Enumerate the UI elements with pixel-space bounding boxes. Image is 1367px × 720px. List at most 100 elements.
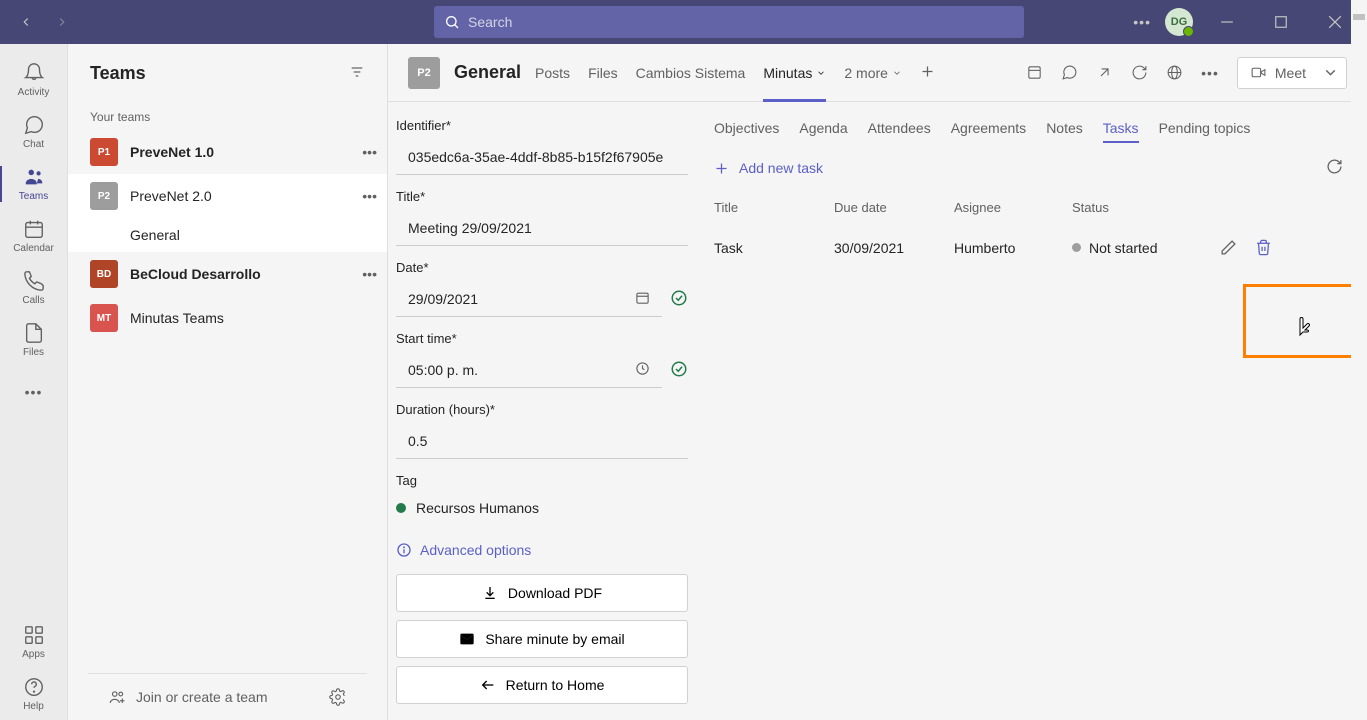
duration-field[interactable]: 0.5	[396, 423, 688, 459]
task-column: Objectives Agenda Attendees Agreements N…	[698, 102, 1367, 720]
more-icon[interactable]: •••	[1201, 65, 1219, 81]
tab-cambios[interactable]: Cambios Sistema	[636, 44, 746, 102]
identifier-field[interactable]: 035edc6a-35ae-4ddf-8b85-b15f2f67905e	[396, 139, 688, 175]
team-more-icon[interactable]: •••	[362, 144, 377, 160]
rail-label: Teams	[19, 191, 48, 202]
title-label: Title*	[396, 189, 688, 204]
team-more-icon[interactable]: •••	[362, 188, 377, 204]
tab-minutas[interactable]: Minutas	[763, 44, 826, 102]
team-more-icon[interactable]: •••	[362, 266, 377, 282]
rail-label: Apps	[22, 649, 45, 660]
teams-sidebar: Teams Your teams P1PreveNet 1.0••• P2Pre…	[68, 44, 388, 720]
window-close[interactable]	[1315, 0, 1355, 44]
valid-icon	[670, 289, 688, 310]
table-row[interactable]: Task 30/09/2021 Humberto Not started	[714, 223, 1343, 272]
search-field[interactable]	[468, 14, 1014, 30]
chat-icon[interactable]	[1061, 64, 1078, 81]
title-field[interactable]: Meeting 29/09/2021	[396, 210, 688, 246]
subtab-tasks[interactable]: Tasks	[1103, 114, 1139, 142]
add-task-button[interactable]: Add new task	[714, 160, 823, 176]
date-field[interactable]: 29/09/2021	[396, 281, 662, 317]
tag-value: Recursos Humanos	[396, 494, 688, 522]
globe-icon[interactable]	[1166, 64, 1183, 81]
tab-app-icon[interactable]	[1026, 64, 1043, 81]
cursor-icon	[1294, 317, 1314, 341]
edit-icon[interactable]	[1220, 239, 1237, 256]
duration-label: Duration (hours)*	[396, 402, 688, 417]
channel-name: General	[454, 62, 521, 83]
nav-back[interactable]	[12, 8, 40, 36]
window-minimize[interactable]	[1207, 0, 1247, 44]
subtab-attendees[interactable]: Attendees	[868, 114, 931, 142]
cell-due: 30/09/2021	[834, 240, 954, 256]
team-name: Minutas Teams	[130, 310, 377, 326]
rail-apps[interactable]: Apps	[0, 616, 68, 668]
rail-more[interactable]: •••	[0, 366, 68, 418]
meet-dropdown[interactable]	[1315, 57, 1347, 89]
calendar-icon[interactable]	[635, 290, 650, 308]
share-email-button[interactable]: Share minute by email	[396, 620, 688, 658]
download-pdf-button[interactable]: Download PDF	[396, 574, 688, 612]
subtab-agreements[interactable]: Agreements	[951, 114, 1026, 142]
table-header: Title Due date Asignee Status	[714, 192, 1343, 223]
start-field[interactable]: 05:00 p. m.	[396, 352, 662, 388]
tab-more[interactable]: 2 more	[844, 44, 902, 102]
sidebar-title: Teams	[90, 63, 146, 84]
col-due: Due date	[834, 200, 954, 215]
rail-teams[interactable]: Teams	[0, 158, 68, 210]
rail-label: Calls	[22, 295, 44, 306]
rail-calls[interactable]: Calls	[0, 262, 68, 314]
window-maximize[interactable]	[1261, 0, 1301, 44]
tab-files[interactable]: Files	[588, 44, 618, 102]
subtab-agenda[interactable]: Agenda	[799, 114, 847, 142]
rail-files[interactable]: Files	[0, 314, 68, 366]
subtab-notes[interactable]: Notes	[1046, 114, 1083, 142]
clock-icon[interactable]	[635, 361, 650, 379]
search-input[interactable]	[434, 6, 1024, 38]
channel-item[interactable]: General	[68, 218, 387, 252]
add-tab[interactable]	[920, 64, 935, 82]
rail-label: Chat	[23, 139, 44, 150]
reload-icon[interactable]	[1131, 64, 1148, 81]
join-team-icon	[108, 688, 126, 706]
meet-button[interactable]: Meet	[1237, 57, 1319, 89]
team-item[interactable]: BD BeCloud Desarrollo •••	[68, 252, 387, 296]
valid-icon	[670, 360, 688, 381]
user-avatar[interactable]: DG	[1165, 8, 1193, 36]
team-name: PreveNet 1.0	[130, 144, 350, 160]
popout-icon[interactable]	[1096, 64, 1113, 81]
team-badge: BD	[90, 260, 118, 288]
tab-posts[interactable]: Posts	[535, 44, 570, 102]
subtab-objectives[interactable]: Objectives	[714, 114, 779, 142]
start-label: Start time*	[396, 331, 688, 346]
rail-calendar[interactable]: Calendar	[0, 210, 68, 262]
rail-label: Activity	[18, 87, 50, 98]
col-status: Status	[1072, 200, 1202, 215]
rail-label: Help	[23, 701, 44, 712]
team-name: BeCloud Desarrollo	[130, 266, 350, 282]
rail-label: Files	[23, 347, 44, 358]
scrollbar[interactable]	[1351, 102, 1367, 720]
gear-icon[interactable]	[329, 688, 347, 706]
join-team-label[interactable]: Join or create a team	[136, 689, 319, 705]
team-badge: P2	[90, 182, 118, 210]
form-column: Identifier*035edc6a-35ae-4ddf-8b85-b15f2…	[388, 102, 698, 720]
tag-label: Tag	[396, 473, 688, 488]
team-item[interactable]: P2PreveNet 2.0•••	[68, 174, 387, 218]
team-badge: MT	[90, 304, 118, 332]
col-title: Title	[714, 200, 834, 215]
return-home-button[interactable]: Return to Home	[396, 666, 688, 704]
advanced-options[interactable]: Advanced options	[396, 536, 688, 564]
rail-activity[interactable]: Activity	[0, 54, 68, 106]
refresh-icon[interactable]	[1326, 158, 1343, 178]
trash-icon[interactable]	[1255, 239, 1272, 256]
team-item[interactable]: MT Minutas Teams	[68, 296, 387, 340]
team-item[interactable]: P1PreveNet 1.0•••	[68, 130, 387, 174]
filter-icon[interactable]	[349, 64, 365, 83]
subtab-pending[interactable]: Pending topics	[1159, 114, 1251, 142]
nav-forward[interactable]	[48, 8, 76, 36]
rail-help[interactable]: Help	[0, 668, 68, 720]
chevron-down-icon	[816, 68, 826, 78]
rail-chat[interactable]: Chat	[0, 106, 68, 158]
more-icon[interactable]: •••	[1133, 14, 1151, 30]
